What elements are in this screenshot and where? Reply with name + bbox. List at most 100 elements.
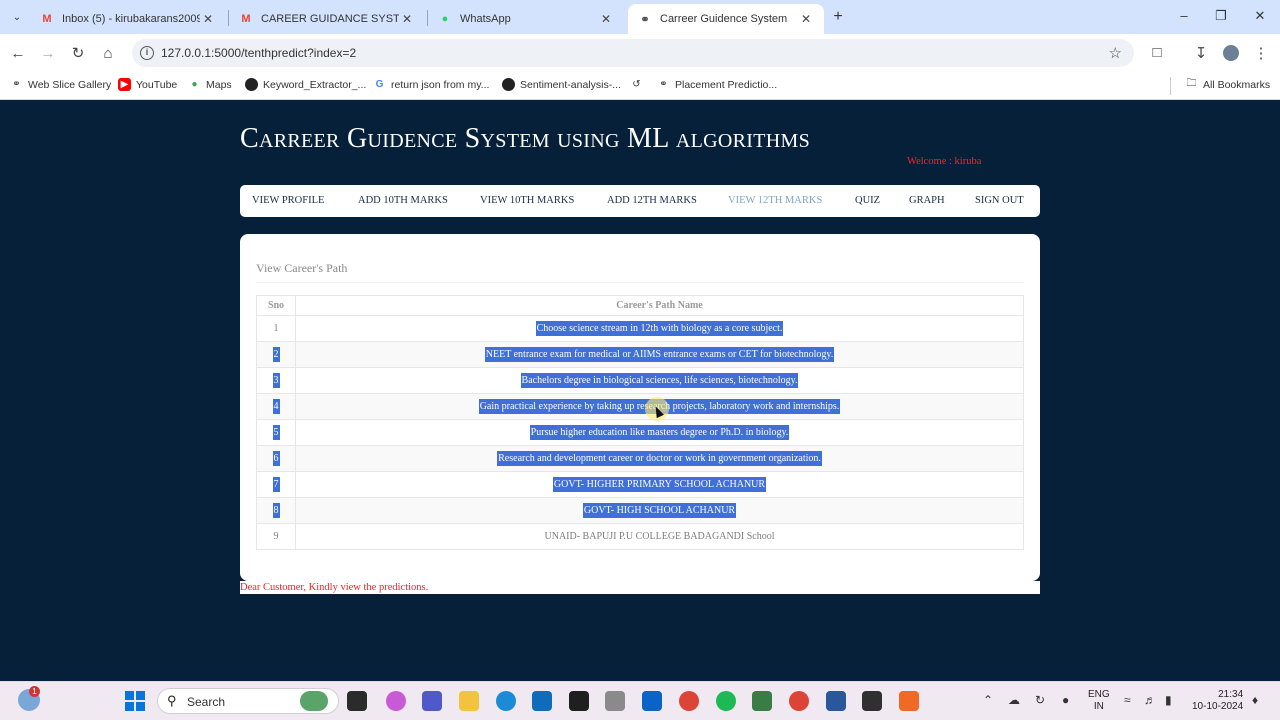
bookmark-label: Sentiment-analysis-... — [520, 78, 621, 91]
outlook-icon[interactable] — [642, 691, 662, 711]
file-explorer-icon[interactable] — [459, 691, 479, 711]
teams-icon[interactable] — [422, 691, 442, 711]
close-tab-icon[interactable]: ✕ — [598, 11, 614, 27]
excel-chart-icon[interactable] — [752, 691, 772, 711]
restore-icon[interactable]: ❐ — [1211, 8, 1231, 24]
new-tab-plus-icon[interactable]: + — [828, 7, 848, 27]
nav-graph[interactable]: GRAPH — [909, 195, 945, 206]
clock-date: 10-10-2024 — [1192, 701, 1244, 712]
bookmarks-divider — [1170, 77, 1171, 95]
clock[interactable]: 21:34 10-10-2024 — [1192, 689, 1243, 713]
windows-start-icon[interactable] — [125, 691, 145, 711]
wifi-icon[interactable]: ≈ — [1124, 693, 1131, 707]
back-arrow-icon[interactable]: ← — [8, 43, 28, 63]
battery-icon[interactable]: ▮ — [1165, 693, 1172, 707]
nav-view-12th-marks[interactable]: VIEW 12TH MARKS — [728, 195, 822, 206]
search-highlight-icon[interactable] — [300, 691, 328, 711]
forward-arrow-icon[interactable]: → — [38, 43, 58, 63]
amazon-icon[interactable] — [605, 691, 625, 711]
globe-icon: ⚭ — [640, 13, 650, 26]
task-view-icon[interactable] — [347, 691, 367, 711]
path-name-text: Pursue higher education like masters deg… — [529, 425, 790, 440]
close-tab-icon[interactable]: ✕ — [399, 11, 415, 27]
all-bookmarks-button[interactable]: 🗀 All Bookmarks — [1185, 78, 1271, 91]
spotify-icon[interactable] — [716, 691, 736, 711]
sync-icon[interactable]: ↻ — [1035, 693, 1045, 707]
path-name-text: UNAID- BAPUJI P.U COLLEGE BADAGANDI Scho… — [544, 531, 775, 542]
extensions-icon[interactable]: □ — [1147, 44, 1167, 61]
browser-menu-icon[interactable]: ⋮ — [1251, 44, 1271, 62]
github-icon — [502, 78, 515, 91]
bookmark-web-slice-gallery[interactable]: ⚭ Web Slice Gallery — [10, 78, 111, 91]
terminal-icon[interactable] — [862, 691, 882, 711]
notifications-bell-icon[interactable]: ♦ — [1252, 693, 1258, 707]
youtube-icon: ▶ — [118, 78, 131, 91]
nav-add-12th-marks[interactable]: ADD 12TH MARKS — [607, 195, 697, 206]
nav-view-10th-marks[interactable]: VIEW 10TH MARKS — [480, 195, 574, 206]
nav-view-profile[interactable]: VIEW PROFILE — [252, 195, 324, 206]
google-icon: G — [375, 79, 384, 90]
close-tab-icon[interactable]: ✕ — [200, 11, 216, 27]
row-sno-value: 9 — [273, 531, 279, 542]
language-indicator[interactable]: ENG IN — [1088, 689, 1110, 713]
profile-avatar[interactable] — [1223, 45, 1239, 61]
bookmark-maps[interactable]: ● Maps — [188, 78, 231, 91]
word-icon[interactable] — [826, 691, 846, 711]
path-name-text: GOVT- HIGH SCHOOL ACHANUR — [582, 503, 737, 518]
address-url[interactable]: 127.0.0.1:5000/tenthpredict?index=2 — [161, 46, 356, 60]
nav-quiz[interactable]: QUIZ — [855, 195, 880, 206]
show-hidden-icons-chevron-icon[interactable]: ⌃ — [983, 693, 993, 707]
store-icon[interactable] — [532, 691, 552, 711]
xampp-icon[interactable] — [899, 691, 919, 711]
nav-sign-out[interactable]: SIGN OUT — [975, 195, 1024, 206]
row-sno-value: 6 — [272, 451, 280, 466]
career-path-card: View Career's Path Sno Career's Path Nam… — [240, 234, 1040, 581]
tab-search-chevron-icon[interactable]: ⌄ — [6, 6, 28, 28]
bookmark-label: All Bookmarks — [1203, 78, 1271, 91]
bookmark-placement-prediction[interactable]: ⚭ Placement Predictio... — [657, 78, 777, 91]
tab-whatsapp[interactable]: ● WhatsApp ✕ — [428, 4, 624, 34]
row-sno: 3 — [256, 367, 296, 394]
bookmark-history[interactable]: ↺ — [630, 78, 648, 91]
home-icon[interactable]: ⌂ — [98, 43, 118, 63]
row-path-name: Pursue higher education like masters deg… — [295, 419, 1024, 446]
tab-carreer-guidence-system[interactable]: ⚭ Carreer Guidence System ✕ — [628, 4, 824, 34]
site-info-icon[interactable]: i — [140, 46, 154, 60]
dropbox-icon[interactable] — [569, 691, 589, 711]
row-sno-value: 2 — [272, 347, 280, 362]
microphone-icon[interactable]: ● — [1062, 693, 1069, 707]
career-path-table: Sno Career's Path Name 1 Choose science … — [256, 295, 1024, 550]
address-bar[interactable]: i 127.0.0.1:5000/tenthpredict?index=2 ☆ — [132, 39, 1134, 67]
search-icon: ⚲ — [167, 693, 177, 708]
downloads-icon[interactable]: ↧ — [1191, 44, 1211, 62]
bookmark-return-json[interactable]: G return json from my... — [373, 78, 490, 91]
tab-inbox[interactable]: M Inbox (5) - kirubakarans2009@ ✕ — [30, 4, 226, 34]
bookmark-star-icon[interactable]: ☆ — [1109, 44, 1122, 62]
bookmark-youtube[interactable]: ▶ YouTube — [118, 78, 177, 91]
row-path-name: Choose science stream in 12th with biolo… — [295, 315, 1024, 342]
tab-career-guidance-email[interactable]: M CAREER GUIDANCE SYSTEM US ✕ — [229, 4, 425, 34]
bookmark-sentiment-analysis[interactable]: Sentiment-analysis-... — [502, 78, 621, 91]
card-divider — [256, 282, 1024, 283]
table-row: 3 Bachelors degree in biological science… — [256, 367, 1024, 394]
chrome-icon[interactable] — [679, 691, 699, 711]
onedrive-icon[interactable]: ☁ — [1008, 693, 1020, 707]
row-path-name: GOVT- HIGHER PRIMARY SCHOOL ACHANUR — [295, 471, 1024, 498]
copilot-icon[interactable] — [386, 691, 406, 711]
bookmark-keyword-extractor[interactable]: Keyword_Extractor_... — [245, 78, 366, 91]
tab-title: WhatsApp — [460, 13, 511, 25]
bookmark-label: Web Slice Gallery — [28, 78, 112, 91]
volume-icon[interactable]: ♬ — [1144, 693, 1156, 707]
chrome-active-icon[interactable] — [789, 691, 809, 711]
close-tab-icon[interactable]: ✕ — [798, 11, 814, 27]
row-sno: 9 — [256, 523, 296, 550]
row-sno: 7 — [256, 471, 296, 498]
nav-add-10th-marks[interactable]: ADD 10TH MARKS — [358, 195, 448, 206]
minimize-icon[interactable]: – — [1174, 8, 1194, 23]
main-nav: VIEW PROFILE ADD 10TH MARKS VIEW 10TH MA… — [240, 185, 1040, 217]
close-window-icon[interactable]: ✕ — [1250, 8, 1270, 24]
reload-icon[interactable]: ↻ — [68, 43, 88, 63]
path-name-text: Choose science stream in 12th with biolo… — [535, 321, 784, 336]
edge-icon[interactable] — [496, 691, 516, 711]
column-header-path-name: Career's Path Name — [295, 295, 1024, 316]
